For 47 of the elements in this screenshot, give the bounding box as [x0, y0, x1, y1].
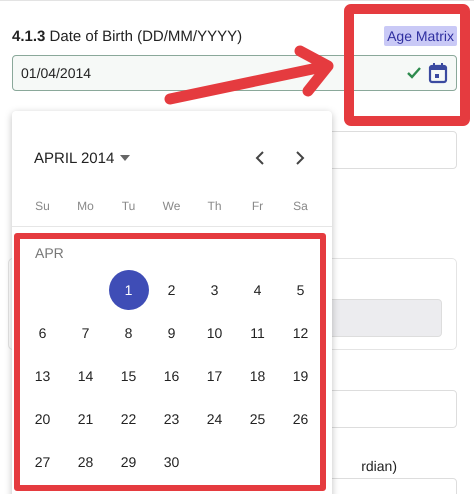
- calendar-day[interactable]: 17: [200, 364, 230, 388]
- calendar-day[interactable]: 18: [242, 364, 272, 388]
- chevron-left-icon: [255, 150, 265, 166]
- calendar-day[interactable]: 8: [114, 320, 144, 344]
- calendar-day[interactable]: 4: [242, 278, 272, 302]
- calendar-day[interactable]: 10: [200, 320, 230, 344]
- weekday-label: We: [162, 198, 182, 215]
- field-label: 4.1.3 Date of Birth (DD/MM/YYYY): [12, 28, 242, 44]
- calendar-day[interactable]: 29: [114, 450, 144, 474]
- calendar-day[interactable]: 13: [28, 364, 58, 388]
- weekday-label: Th: [206, 198, 222, 215]
- calendar-day[interactable]: 25: [242, 406, 272, 430]
- calendar-day[interactable]: 23: [156, 406, 186, 430]
- calendar-day[interactable]: 2: [156, 278, 186, 302]
- calendar-day[interactable]: 1: [108, 270, 148, 310]
- calendar-day[interactable]: 5: [286, 278, 316, 302]
- calendar-day[interactable]: 14: [70, 364, 100, 388]
- calendar-day[interactable]: 28: [70, 450, 100, 474]
- calendar-day[interactable]: 26: [286, 406, 316, 430]
- field-label: rdian): [361, 458, 397, 474]
- calendar-day[interactable]: 19: [286, 364, 316, 388]
- calendar-day[interactable]: 20: [28, 406, 58, 430]
- calendar-icon[interactable]: [428, 62, 448, 84]
- calendar-day[interactable]: 22: [114, 406, 144, 430]
- calendar-day[interactable]: 9: [156, 320, 186, 344]
- calendar-day[interactable]: 12: [286, 320, 316, 344]
- calendar-day[interactable]: 6: [28, 320, 58, 344]
- weekday-label: Su: [34, 198, 51, 215]
- age-matrix-badge[interactable]: Age Matrix: [384, 26, 457, 46]
- calendar-day[interactable]: 30: [156, 450, 186, 474]
- weekday-label: Sa: [292, 198, 309, 215]
- calendar-day[interactable]: 27: [28, 450, 58, 474]
- weekday-label: Mo: [76, 198, 95, 215]
- caret-icon: [120, 155, 130, 161]
- chevron-right-icon: [295, 150, 305, 166]
- calendar-day[interactable]: 11: [242, 320, 272, 344]
- calendar-day[interactable]: 16: [156, 364, 186, 388]
- weekday-label: Tu: [120, 198, 136, 215]
- calendar-day[interactable]: 7: [70, 320, 100, 344]
- calendar-day[interactable]: 21: [70, 406, 100, 430]
- calendar-day[interactable]: 24: [200, 406, 230, 430]
- date-value: 01/04/2014: [21, 65, 92, 81]
- month-label: APR: [35, 245, 65, 261]
- calendar-day[interactable]: 3: [200, 278, 230, 302]
- weekday-label: Fr: [250, 198, 264, 215]
- month-year-selector[interactable]: APRIL 2014: [34, 150, 130, 166]
- calendar-day[interactable]: 15: [114, 364, 144, 388]
